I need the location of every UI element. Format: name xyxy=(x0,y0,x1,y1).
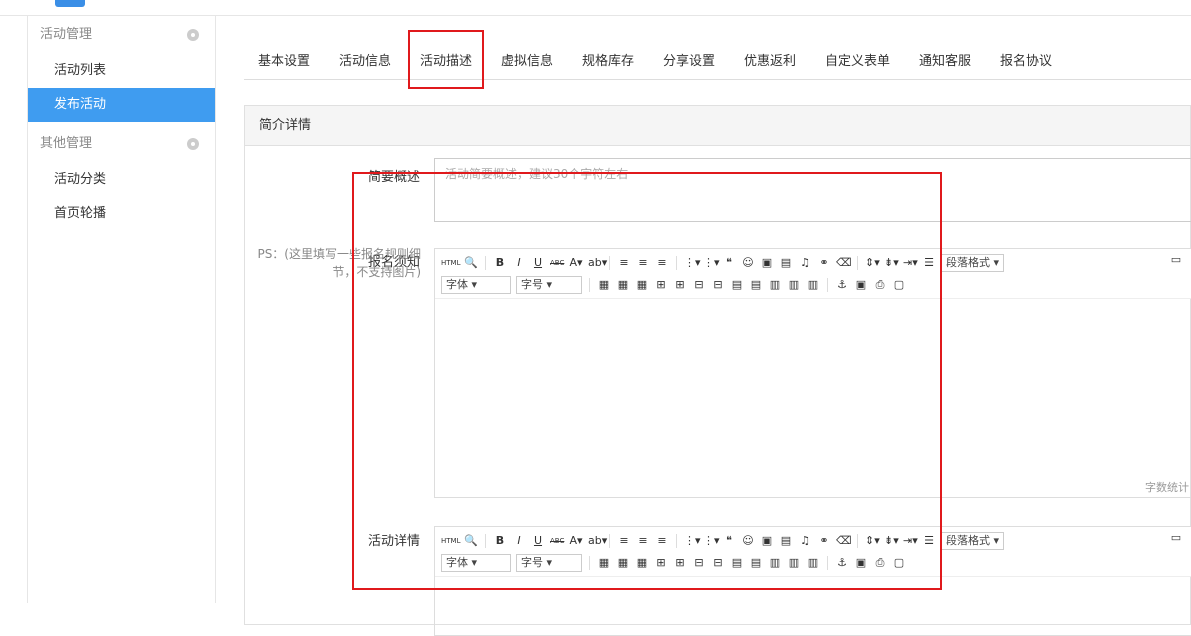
highlight-tab-box xyxy=(408,30,484,89)
top-bar xyxy=(0,0,1191,16)
fullscreen-icon[interactable]: ▭ xyxy=(1169,531,1183,545)
sidebar-item-home-carousel[interactable]: 首页轮播 xyxy=(28,197,215,231)
tab-virtual[interactable]: 虚拟信息 xyxy=(501,44,553,79)
tab-basic[interactable]: 基本设置 xyxy=(258,44,310,79)
sidebar-item-publish-activity[interactable]: 发布活动 xyxy=(28,88,215,122)
paragraph-select[interactable]: 段落格式 ▾ xyxy=(941,254,1005,272)
panel-title: 简介详情 xyxy=(245,106,1190,146)
app-logo[interactable] xyxy=(55,0,85,7)
sidebar-group-activity[interactable]: 活动管理 xyxy=(28,16,215,54)
tab-share[interactable]: 分享设置 xyxy=(663,44,715,79)
tab-notify[interactable]: 通知客服 xyxy=(919,44,971,79)
gear-icon[interactable] xyxy=(187,29,199,41)
tab-discount[interactable]: 优惠返利 xyxy=(744,44,796,79)
sidebar-group-other[interactable]: 其他管理 xyxy=(28,125,215,163)
sidebar: 活动管理 活动列表 发布活动 其他管理 活动分类 首页轮播 xyxy=(28,16,216,603)
highlight-editor-box xyxy=(352,172,942,590)
word-count: 字数统计 xyxy=(1145,481,1189,494)
left-strip xyxy=(0,16,28,603)
group-label: 活动管理 xyxy=(40,27,93,42)
paragraph-select[interactable]: 段落格式 ▾ xyxy=(941,532,1005,550)
gear-icon[interactable] xyxy=(187,138,199,150)
sidebar-item-activity-list[interactable]: 活动列表 xyxy=(28,54,215,88)
main-content: 基本设置 活动信息 活动描述 虚拟信息 规格库存 分享设置 优惠返利 自定义表单… xyxy=(217,16,1191,636)
group-label: 其他管理 xyxy=(40,136,93,151)
fullscreen-icon[interactable]: ▭ xyxy=(1169,253,1183,267)
sidebar-item-activity-category[interactable]: 活动分类 xyxy=(28,163,215,197)
tab-custom-form[interactable]: 自定义表单 xyxy=(825,44,890,79)
tab-stock[interactable]: 规格库存 xyxy=(582,44,634,79)
tab-bar: 基本设置 活动信息 活动描述 虚拟信息 规格库存 分享设置 优惠返利 自定义表单… xyxy=(244,44,1191,80)
tab-agreement[interactable]: 报名协议 xyxy=(1000,44,1052,79)
tab-info[interactable]: 活动信息 xyxy=(339,44,391,79)
